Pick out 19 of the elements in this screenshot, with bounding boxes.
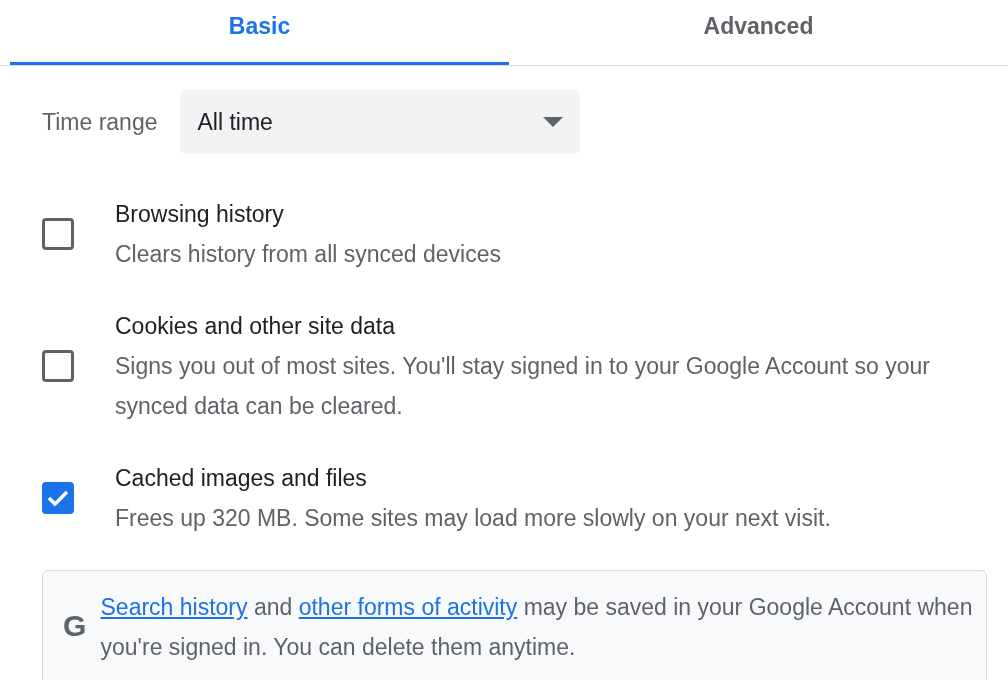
checkbox[interactable] (42, 350, 74, 382)
checkbox[interactable] (42, 218, 74, 250)
google-g-icon: G (63, 603, 101, 648)
option-description: Signs you out of most sites. You'll stay signed in to your Google Account so your synced data can be cleared. (115, 352, 931, 421)
option-title: Cookies and other site data (115, 312, 396, 341)
option-description: Clears history from all synced devices (115, 240, 502, 269)
option-title: Browsing history (115, 200, 285, 229)
link[interactable]: other forms of activity (298, 594, 518, 620)
notice-text: Search history and other forms of activity may be saved in your Google Account when you're signed in. You can delete them anytime. (100, 593, 974, 662)
checkbox[interactable] (42, 482, 74, 514)
link[interactable]: Search history (100, 594, 248, 620)
field-label: Time range (42, 107, 158, 137)
check-icon (47, 489, 69, 507)
tab[interactable]: Advanced (509, 0, 1008, 65)
tab[interactable]: Basic (10, 0, 509, 65)
option-title: Cached images and files (115, 464, 368, 493)
option-description: Frees up 320 MB. Some sites may load more slowly on your next visit. (115, 504, 831, 533)
time-range-dropdown[interactable]: All time (180, 90, 581, 154)
caret-icon (543, 117, 564, 127)
